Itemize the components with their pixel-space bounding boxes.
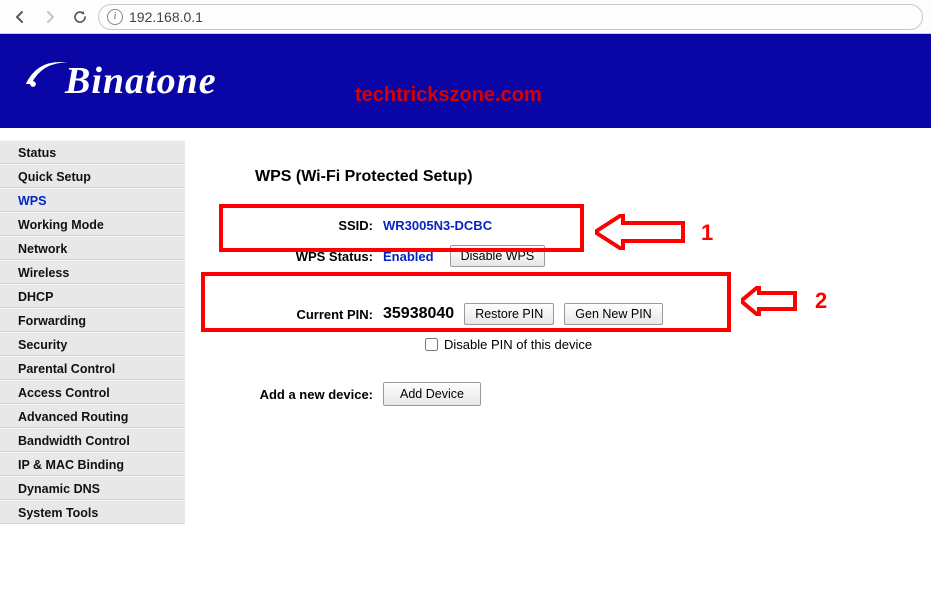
header-banner: Binatone techtrickszone.com <box>0 34 931 128</box>
logo-swoosh-icon <box>24 56 69 94</box>
page-title: WPS (Wi-Fi Protected Setup) <box>255 168 901 186</box>
sidebar-item-working-mode[interactable]: Working Mode <box>0 212 185 236</box>
annotation-arrow-1 <box>595 214 685 250</box>
current-pin-value: 35938040 <box>383 305 454 323</box>
annotation-number-2: 2 <box>815 288 827 314</box>
sidebar-item-advanced-routing[interactable]: Advanced Routing <box>0 404 185 428</box>
sidebar-item-dynamic-dns[interactable]: Dynamic DNS <box>0 476 185 500</box>
sidebar-item-status[interactable]: Status <box>0 140 185 164</box>
gen-new-pin-button[interactable]: Gen New PIN <box>564 303 662 325</box>
disable-wps-button[interactable]: Disable WPS <box>450 245 546 267</box>
sidebar-item-wps[interactable]: WPS <box>0 188 185 212</box>
sidebar-item-forwarding[interactable]: Forwarding <box>0 308 185 332</box>
sidebar-item-bandwidth-control[interactable]: Bandwidth Control <box>0 428 185 452</box>
sidebar-item-security[interactable]: Security <box>0 332 185 356</box>
disable-pin-checkbox[interactable] <box>425 338 438 351</box>
browser-toolbar: i 192.168.0.1 <box>0 0 931 34</box>
disable-pin-label: Disable PIN of this device <box>444 337 592 352</box>
restore-pin-button[interactable]: Restore PIN <box>464 303 554 325</box>
sidebar-item-wireless[interactable]: Wireless <box>0 260 185 284</box>
brand-logo: Binatone <box>24 59 217 103</box>
watermark-text: techtrickszone.com <box>355 84 542 107</box>
sidebar-item-access-control[interactable]: Access Control <box>0 380 185 404</box>
url-text: 192.168.0.1 <box>129 9 203 25</box>
main-panel: WPS (Wi-Fi Protected Setup) SSID: WR3005… <box>185 128 931 589</box>
sidebar-item-network[interactable]: Network <box>0 236 185 260</box>
current-pin-label: Current PIN: <box>255 307 383 322</box>
info-icon: i <box>107 9 123 25</box>
sidebar-item-dhcp[interactable]: DHCP <box>0 284 185 308</box>
forward-button[interactable] <box>38 5 62 29</box>
sidebar-item-quick-setup[interactable]: Quick Setup <box>0 164 185 188</box>
wps-status-label: WPS Status: <box>255 249 383 264</box>
sidebar: Status Quick Setup WPS Working Mode Netw… <box>0 128 185 589</box>
wps-status-value: Enabled <box>383 249 434 264</box>
annotation-number-1: 1 <box>701 220 713 246</box>
annotation-arrow-2 <box>741 286 797 316</box>
back-button[interactable] <box>8 5 32 29</box>
sidebar-item-ip-mac-binding[interactable]: IP & MAC Binding <box>0 452 185 476</box>
address-bar[interactable]: i 192.168.0.1 <box>98 4 923 30</box>
add-device-label: Add a new device: <box>255 387 383 402</box>
add-device-button[interactable]: Add Device <box>383 382 481 406</box>
ssid-value: WR3005N3-DCBC <box>383 218 492 233</box>
sidebar-item-parental-control[interactable]: Parental Control <box>0 356 185 380</box>
sidebar-item-system-tools[interactable]: System Tools <box>0 500 185 524</box>
reload-button[interactable] <box>68 5 92 29</box>
content-area: Status Quick Setup WPS Working Mode Netw… <box>0 128 931 589</box>
ssid-label: SSID: <box>255 218 383 233</box>
brand-text: Binatone <box>65 59 217 103</box>
